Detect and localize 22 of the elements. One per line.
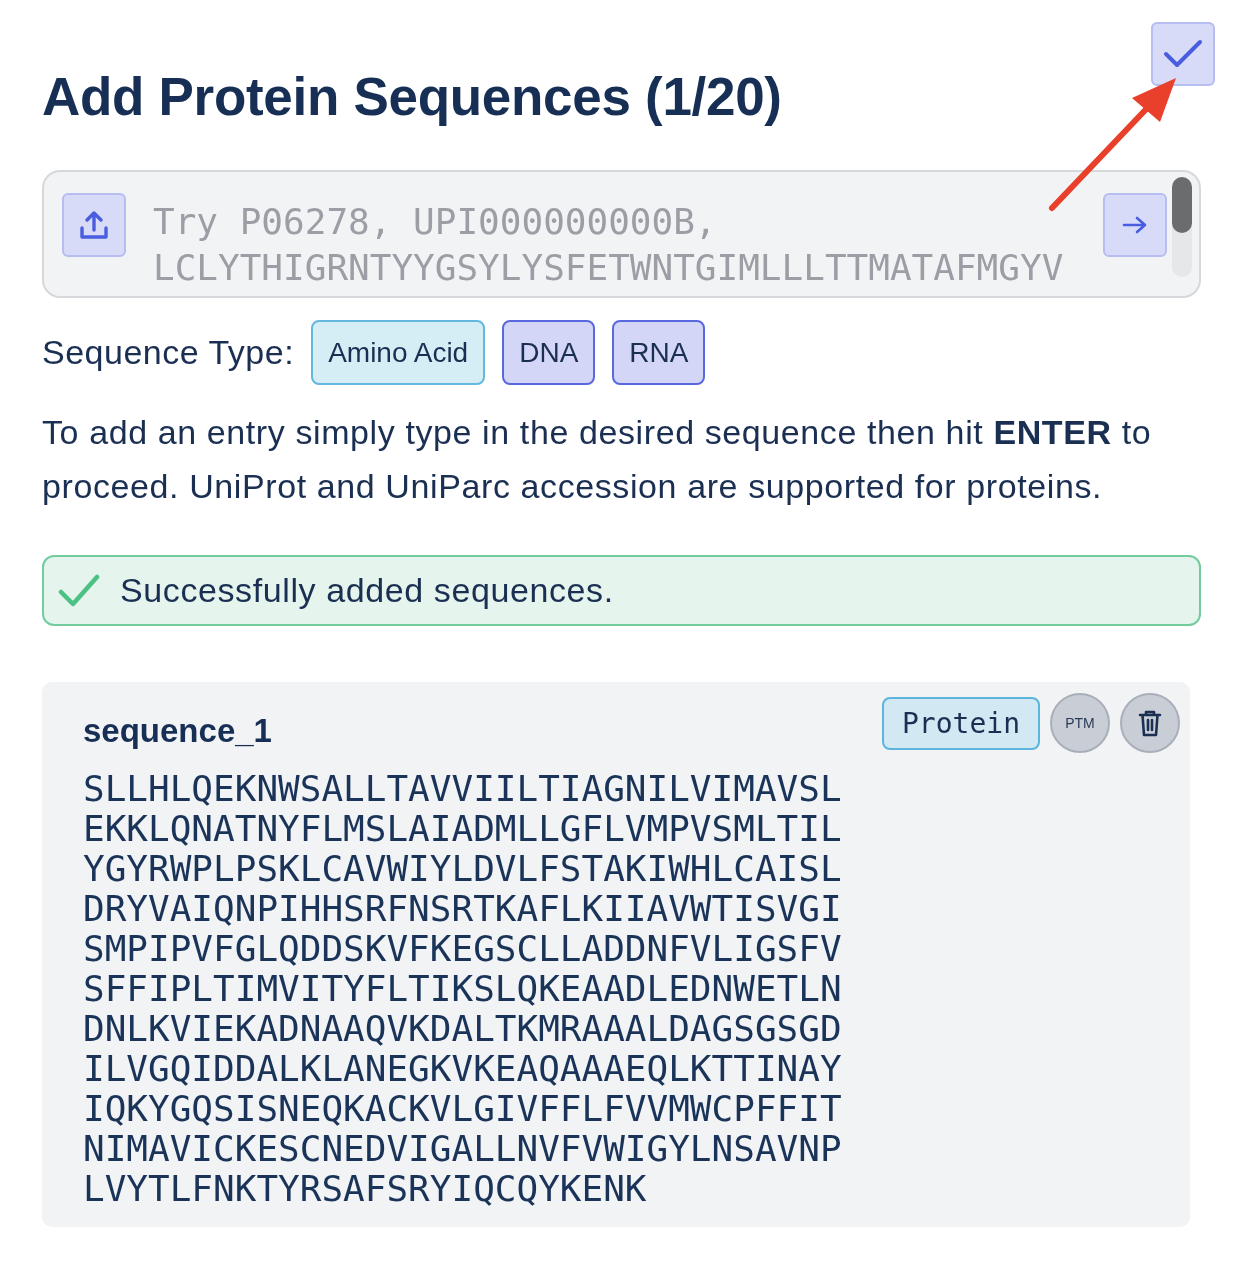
sequence-input[interactable]: Try P06278, UPI000000000B, LCLYTHIGRNTYYGSYLYSFETWNTGIMLLLTTMATAFMGYV [42, 170, 1201, 298]
arrow-right-icon [1122, 215, 1148, 235]
sequence-type-tag: Protein [882, 696, 1040, 750]
sequence-text: SLLHLQEKNWSALLTAVVIILTIAGNILVIMAVSLEKKLQNATNYFLMSLAIADMLLGFLVMPVSMLTILYGYRWPLPSKLCAVWIYLDVLFSTAKIWHLCAISLDRYVAIQNPIHHSRFNSRTKAFLKIIAVWTISVGISMPIPVFGLQDDSKVFKEGSCLLADDNFVLIGSFVSFFIPLTIMVITYFLTIKSLQKEAADLEDNWETLNDNLKVIEKADNAAQVKDALTKMRAAALDAGSGSGDILVGQIDDALKLANEGKVKEAQAAAEQLKTTINAYIQKYGQSISNEQKACKVLGIVFFLFVVMWCPFFITNIMAVICKESCNEDVIGALLNVFVWIGYLNSAVNPLVYTLFNKTYRSAFSRYIQCQYKENK [83, 769, 843, 1209]
upload-button[interactable] [62, 193, 126, 257]
scrollbar-thumb[interactable] [1172, 177, 1192, 233]
check-icon [58, 572, 100, 609]
alert-message: Successfully added sequences. [120, 571, 614, 610]
delete-button[interactable] [1120, 693, 1180, 753]
sequence-type-option[interactable]: DNA [502, 320, 596, 385]
check-icon [1163, 39, 1203, 69]
sequence-type-option[interactable]: RNA [612, 320, 706, 385]
ptm-button[interactable]: PTM [1050, 693, 1110, 753]
page-title: Add Protein Sequences (1/20) [42, 66, 782, 127]
submit-button[interactable] [1103, 193, 1167, 257]
sequence-type-option[interactable]: Amino Acid [311, 320, 486, 385]
trash-icon [1138, 709, 1162, 737]
instructions-text: To add an entry simply type in the desired sequence then hit ENTER to proceed. UniProt and UniParc accession are supported for proteins. [42, 412, 1153, 507]
confirm-button[interactable] [1151, 22, 1215, 86]
sequence-name: sequence_1 [83, 711, 272, 751]
upload-icon [79, 210, 109, 240]
sequence-type-label: Sequence Type: [42, 333, 295, 372]
